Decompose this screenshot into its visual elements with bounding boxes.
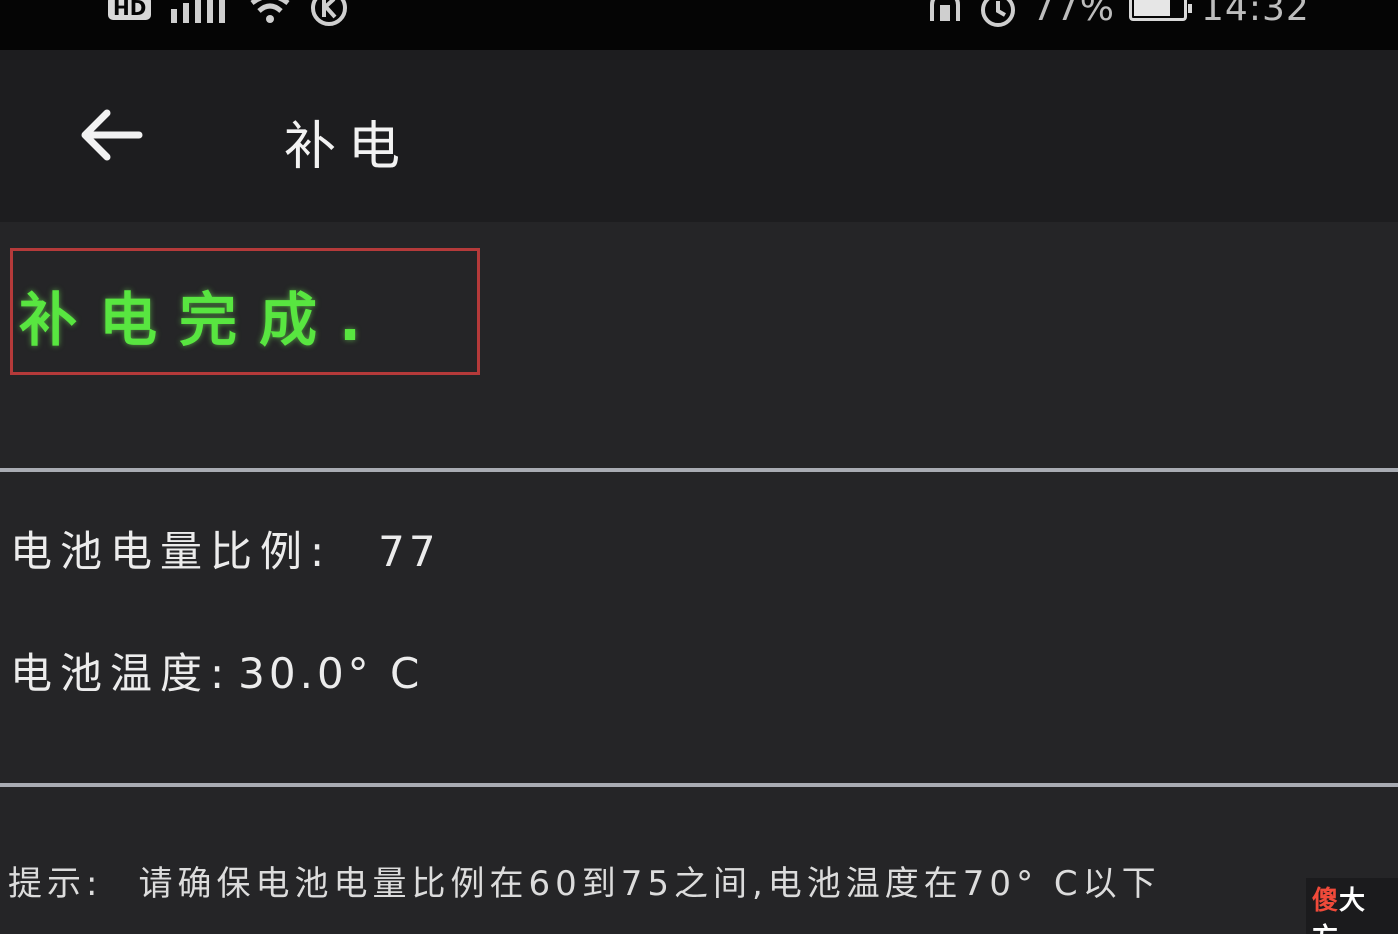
wifi-icon (250, 0, 290, 23)
battery-icon (1129, 0, 1193, 21)
result-text: 补电完成. (19, 286, 384, 354)
clock: 14:32 (1201, 0, 1310, 29)
battery-temp-label: 电池温度: (10, 649, 233, 698)
divider (0, 783, 1398, 787)
status-left: HD (108, 0, 349, 28)
divider (0, 468, 1398, 472)
hint-body: 请确保电池电量比例在60到75之间,电池温度在70° C以下 (138, 864, 1161, 904)
status-right: 77% 14:32 (926, 0, 1310, 29)
k-icon (311, 0, 348, 26)
signal-icon (171, 0, 226, 23)
battery-temp-value: 30.0° C (238, 649, 424, 698)
hd-icon: HD (108, 0, 152, 20)
page-title: 补电 (284, 117, 413, 177)
battery-level-label: 电池电量比例: (10, 527, 333, 576)
hint-text: 提示: 请确保电池电量比例在60到75之间,电池温度在70° C以下 (8, 855, 1368, 913)
back-button[interactable] (70, 100, 150, 170)
battery-tip (1188, 4, 1193, 13)
app-header: 补电 (0, 50, 1398, 222)
alarm-icon (981, 0, 1015, 27)
battery-temp-row: 电池温度: 30.0° C (10, 640, 423, 701)
battery-fill (1134, 0, 1171, 16)
status-bar: HD 77% 14:32 (0, 0, 1398, 50)
arrow-left-icon (81, 109, 143, 161)
battery-level-row: 电池电量比例: 77 (10, 518, 440, 579)
hint-label: 提示: (8, 864, 103, 904)
battery-level-value: 77 (378, 527, 440, 576)
result-box: 补电完成. (10, 248, 480, 375)
watermark-first: 傻 (1312, 886, 1340, 916)
watermark: 傻大方 (1306, 878, 1398, 934)
nfc-icon (930, 0, 960, 21)
battery-percent: 77% (1032, 0, 1116, 29)
screen: HD 77% 14:32 补电 补电完成. 电池电量比例: 77 电池温度: 3… (0, 0, 1398, 934)
